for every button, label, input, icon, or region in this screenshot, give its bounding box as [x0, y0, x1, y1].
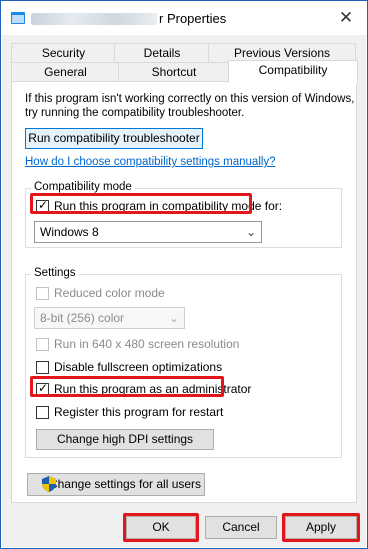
tab-security[interactable]: Security [11, 43, 116, 62]
os-select[interactable]: Windows 8 ⌄ [34, 221, 262, 243]
highlight-compat-mode [30, 193, 252, 214]
highlight-apply [282, 513, 360, 542]
window-title: r Properties [159, 11, 227, 26]
run-640-label: Run in 640 x 480 screen resolution [54, 337, 240, 351]
tab-details[interactable]: Details [114, 43, 210, 62]
run-troubleshooter-button[interactable]: Run compatibility troubleshooter [25, 128, 203, 149]
change-all-users-button[interactable]: Change settings for all users [27, 473, 205, 496]
color-depth-select[interactable]: 8-bit (256) color ⌄ [34, 307, 185, 329]
intro-line-2: try running the compatibility troublesho… [25, 107, 245, 119]
register-restart-label: Register this program for restart [54, 405, 224, 419]
register-restart-checkbox[interactable] [36, 406, 49, 419]
compat-mode-title: Compatibility mode [31, 181, 135, 193]
highlight-ok [123, 513, 199, 542]
chevron-down-icon: ⌄ [168, 311, 179, 325]
intro-line-1: If this program isn't working correctly … [25, 93, 355, 105]
change-all-users-label: Change settings for all users [48, 477, 202, 491]
dialog-body: Security Details Previous Versions Gener… [2, 35, 366, 547]
compatibility-panel: If this program isn't working correctly … [11, 81, 357, 503]
tab-shortcut[interactable]: Shortcut [118, 62, 230, 81]
close-icon: ✕ [338, 8, 354, 27]
cancel-button[interactable]: Cancel [205, 516, 277, 539]
properties-window: r Properties ✕ Security Details Previous… [0, 0, 368, 549]
blurred-title-region [31, 13, 157, 25]
manual-settings-link[interactable]: How do I choose compatibility settings m… [25, 156, 276, 168]
settings-title: Settings [31, 267, 79, 279]
color-depth-value: 8-bit (256) color [40, 311, 125, 325]
highlight-run-as-admin [30, 376, 224, 397]
tab-strip: Security Details Previous Versions Gener… [11, 43, 358, 83]
tab-general[interactable]: General [11, 62, 120, 81]
change-dpi-button[interactable]: Change high DPI settings [36, 429, 214, 450]
fullscreen-opt-checkbox[interactable] [36, 361, 49, 374]
os-select-value: Windows 8 [40, 225, 99, 239]
tab-compatibility[interactable]: Compatibility [228, 60, 358, 83]
reduced-color-label: Reduced color mode [54, 286, 165, 300]
fullscreen-opt-label: Disable fullscreen optimizations [54, 360, 223, 374]
app-icon [11, 12, 25, 24]
reduced-color-checkbox[interactable] [36, 287, 49, 300]
chevron-down-icon: ⌄ [245, 225, 256, 239]
title-bar: r Properties ✕ [1, 1, 367, 35]
run-640-checkbox[interactable] [36, 338, 49, 351]
uac-shield-icon [42, 476, 56, 492]
close-button[interactable]: ✕ [335, 7, 357, 29]
